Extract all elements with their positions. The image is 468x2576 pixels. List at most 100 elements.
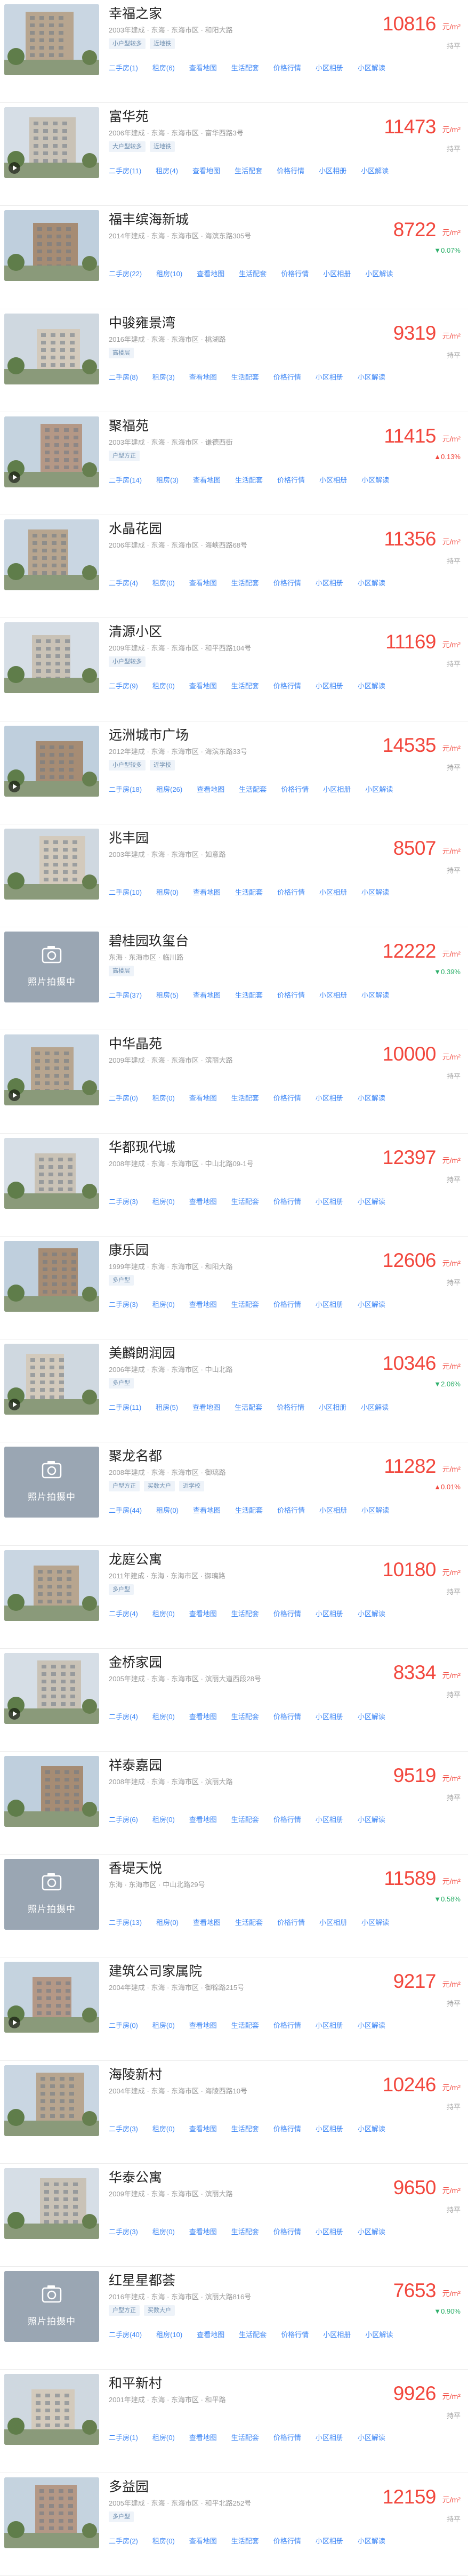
community-link[interactable]: 二手房(22) — [109, 268, 142, 278]
video-play-icon[interactable] — [9, 780, 20, 792]
video-play-icon[interactable] — [9, 471, 20, 483]
community-link[interactable]: 小区相册 — [319, 165, 346, 175]
community-link[interactable]: 租房(3) — [156, 475, 179, 485]
community-link[interactable]: 生活配套 — [231, 1814, 259, 1824]
community-item[interactable]: 照片拍摄中 聚龙名都 2008年建成 · 东海 · 东海市区 · 御璃路 户型方正 买数… — [0, 1442, 468, 1546]
community-name[interactable]: 海陵新村 — [109, 2064, 162, 2083]
community-link[interactable]: 价格行情 — [277, 1917, 305, 1927]
community-link[interactable]: 小区解读 — [358, 1814, 385, 1824]
community-link[interactable]: 价格行情 — [273, 1814, 301, 1824]
community-item[interactable]: 龙庭公寓 2011年建成 · 东海 · 东海市区 · 御璃路 多户型 二手房(4) 租房… — [0, 1546, 468, 1649]
community-link[interactable]: 小区相册 — [319, 475, 347, 485]
community-link[interactable]: 查看地图 — [189, 577, 217, 588]
community-item[interactable]: 远洲城市广场 2012年建成 · 东海 · 东海市区 · 海滨东路33号 小户型较多… — [0, 721, 468, 824]
community-link[interactable]: 租房(0) — [152, 2226, 175, 2236]
community-link[interactable]: 小区相册 — [316, 1299, 343, 1309]
community-link[interactable]: 二手房(14) — [109, 475, 142, 485]
community-name[interactable]: 碧桂园玖玺台 — [109, 930, 189, 950]
community-link[interactable]: 小区相册 — [316, 680, 343, 691]
community-link[interactable]: 租房(0) — [156, 887, 179, 897]
community-name[interactable]: 中华晶苑 — [109, 1033, 162, 1053]
community-link[interactable]: 二手房(3) — [109, 1196, 138, 1206]
community-link[interactable]: 二手房(1) — [109, 2432, 138, 2442]
community-link[interactable]: 生活配套 — [231, 1299, 259, 1309]
community-photo[interactable] — [4, 725, 99, 797]
community-link[interactable]: 生活配套 — [235, 165, 262, 175]
community-name[interactable]: 多益园 — [109, 2476, 149, 2495]
community-item[interactable]: 兆丰园 2003年建成 · 东海 · 东海市区 · 如意路 二手房(10) 租房(0)… — [0, 824, 468, 928]
community-photo[interactable] — [4, 1137, 99, 1209]
community-link[interactable]: 小区解读 — [361, 887, 389, 897]
community-link[interactable]: 租房(3) — [152, 372, 175, 382]
community-link[interactable]: 生活配套 — [231, 1711, 259, 1721]
community-photo[interactable] — [4, 2065, 99, 2136]
community-photo[interactable] — [4, 313, 99, 384]
community-link[interactable]: 租房(0) — [152, 2020, 175, 2030]
community-link[interactable]: 价格行情 — [273, 2432, 301, 2442]
community-link[interactable]: 小区相册 — [316, 62, 343, 73]
community-link[interactable]: 生活配套 — [231, 2123, 259, 2133]
community-name[interactable]: 龙庭公寓 — [109, 1549, 162, 1568]
community-link[interactable]: 小区解读 — [358, 2226, 385, 2236]
community-link[interactable]: 小区相册 — [319, 1402, 346, 1412]
community-name[interactable]: 中骏雍景湾 — [109, 312, 175, 332]
community-link[interactable]: 租房(0) — [152, 1711, 175, 1721]
community-photo[interactable] — [4, 1344, 99, 1415]
community-link[interactable]: 租房(10) — [156, 268, 182, 278]
community-link[interactable]: 二手房(6) — [109, 1814, 138, 1824]
community-link[interactable]: 生活配套 — [231, 1608, 259, 1618]
community-link[interactable]: 小区相册 — [319, 887, 347, 897]
community-link[interactable]: 生活配套 — [239, 784, 267, 794]
community-link[interactable]: 二手房(8) — [109, 372, 138, 382]
community-link[interactable]: 二手房(2) — [109, 2535, 138, 2546]
community-link[interactable]: 价格行情 — [281, 268, 309, 278]
community-link[interactable]: 小区解读 — [365, 268, 393, 278]
community-link[interactable]: 查看地图 — [189, 2020, 217, 2030]
community-item[interactable]: 金桥家园 2005年建成 · 东海 · 东海市区 · 滨丽大道西段28号 二手房(4… — [0, 1649, 468, 1752]
community-link[interactable]: 查看地图 — [189, 680, 217, 691]
community-name[interactable]: 远洲城市广场 — [109, 725, 189, 744]
community-link[interactable]: 二手房(3) — [109, 2123, 138, 2133]
community-link[interactable]: 二手房(4) — [109, 577, 138, 588]
community-photo[interactable] — [4, 1652, 99, 1724]
community-link[interactable]: 价格行情 — [273, 1196, 301, 1206]
community-photo[interactable] — [4, 416, 99, 487]
community-link[interactable]: 查看地图 — [193, 887, 221, 897]
community-link[interactable]: 生活配套 — [231, 1093, 259, 1103]
community-photo[interactable] — [4, 1240, 99, 1312]
community-link[interactable]: 租房(10) — [156, 2329, 182, 2339]
community-link[interactable]: 小区解读 — [361, 1917, 389, 1927]
community-link[interactable]: 查看地图 — [189, 1299, 217, 1309]
community-link[interactable]: 租房(0) — [152, 1196, 175, 1206]
community-link[interactable]: 小区解读 — [361, 1402, 389, 1412]
community-link[interactable]: 二手房(1) — [109, 62, 138, 73]
community-link[interactable]: 租房(0) — [152, 2432, 175, 2442]
community-link[interactable]: 价格行情 — [273, 1093, 301, 1103]
community-link[interactable]: 价格行情 — [273, 1608, 301, 1618]
community-link[interactable]: 生活配套 — [239, 2329, 267, 2339]
community-link[interactable]: 小区相册 — [316, 2226, 343, 2236]
community-link[interactable]: 小区解读 — [361, 990, 389, 1000]
community-link[interactable]: 生活配套 — [235, 990, 263, 1000]
community-photo[interactable] — [4, 4, 99, 75]
community-item[interactable]: 多益园 2005年建成 · 东海 · 东海市区 · 和平北路252号 多户型 二手房(… — [0, 2473, 468, 2576]
community-link[interactable]: 查看地图 — [193, 1917, 221, 1927]
community-link[interactable]: 价格行情 — [281, 2329, 309, 2339]
community-link[interactable]: 生活配套 — [235, 1505, 263, 1515]
community-link[interactable]: 租房(26) — [156, 784, 182, 794]
community-link[interactable]: 租房(0) — [152, 1608, 175, 1618]
community-photo[interactable] — [4, 1550, 99, 1621]
community-link[interactable]: 生活配套 — [235, 1402, 262, 1412]
community-link[interactable]: 查看地图 — [192, 1402, 220, 1412]
community-link[interactable]: 小区解读 — [361, 475, 389, 485]
community-link[interactable]: 租房(0) — [152, 1093, 175, 1103]
community-link[interactable]: 查看地图 — [189, 2535, 217, 2546]
community-link[interactable]: 二手房(0) — [109, 1093, 138, 1103]
community-link[interactable]: 租房(0) — [152, 1299, 175, 1309]
community-link[interactable]: 查看地图 — [189, 1196, 217, 1206]
community-photo[interactable] — [4, 1755, 99, 1827]
community-link[interactable]: 小区相册 — [316, 1196, 343, 1206]
community-name[interactable]: 祥泰嘉园 — [109, 1755, 162, 1774]
community-link[interactable]: 价格行情 — [281, 784, 309, 794]
community-item[interactable]: 祥泰嘉园 2008年建成 · 东海 · 东海市区 · 滨丽大路 二手房(6) 租房(0… — [0, 1752, 468, 1855]
